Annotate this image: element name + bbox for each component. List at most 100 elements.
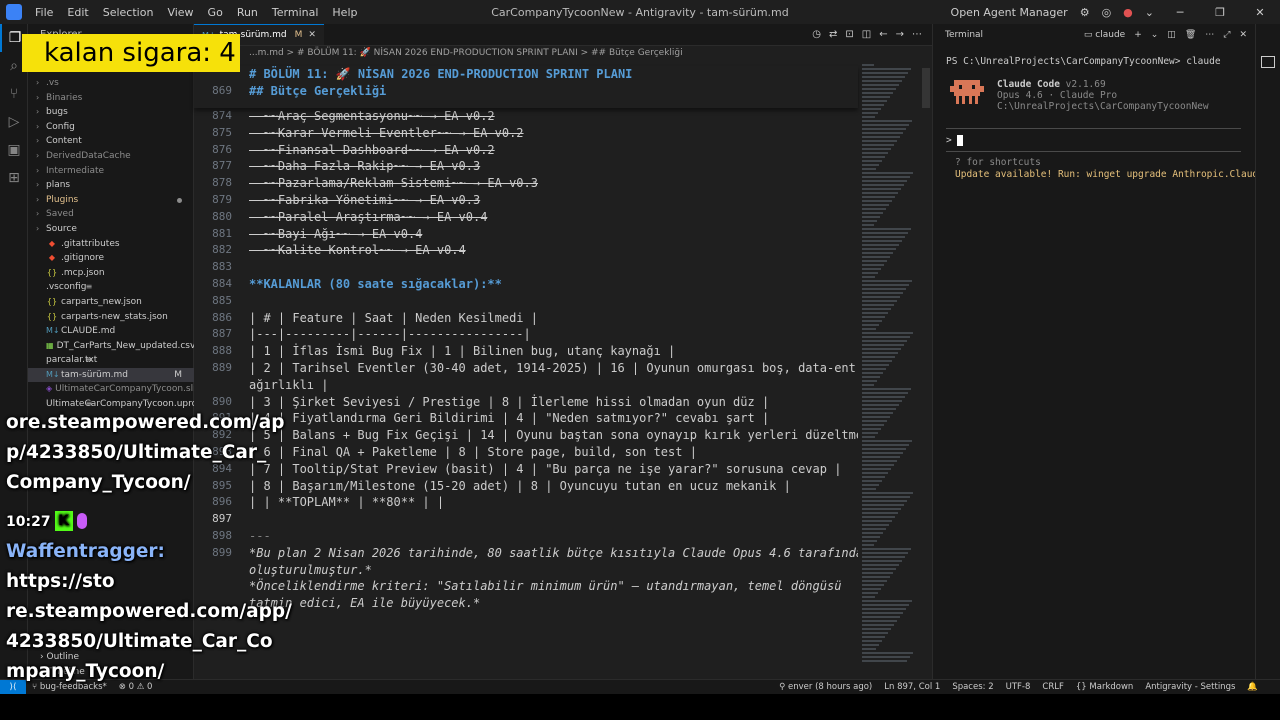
more-actions-icon[interactable]: ⋯ bbox=[1205, 30, 1214, 40]
kill-terminal-icon[interactable]: 🗑 bbox=[1185, 30, 1196, 40]
minimap-line bbox=[862, 212, 883, 214]
editor-scrollbar[interactable] bbox=[922, 60, 930, 672]
split-terminal-icon[interactable]: ◫ bbox=[1167, 30, 1176, 40]
tree-folder[interactable]: › Binaries bbox=[28, 91, 194, 106]
tree-file[interactable]: {} .mcp.json bbox=[28, 266, 194, 281]
settings-gear-icon[interactable]: ⚙ bbox=[1074, 6, 1096, 19]
compare-icon[interactable]: ⇄ bbox=[829, 29, 837, 40]
terminal-shell-selector[interactable]: ▭ claude bbox=[1084, 30, 1125, 40]
go-back-icon[interactable]: ← bbox=[879, 29, 887, 40]
tree-file[interactable]: M↓ CLAUDE.md bbox=[28, 324, 194, 339]
restore-button[interactable]: ❐ bbox=[1200, 6, 1240, 19]
line-number: 889 bbox=[212, 361, 232, 374]
close-window-button[interactable]: ✕ bbox=[1240, 6, 1280, 19]
split-editor-icon[interactable]: ◫ bbox=[862, 29, 871, 40]
extensions-icon[interactable]: ⊞ bbox=[0, 164, 28, 192]
json-file-icon: {} bbox=[46, 311, 58, 321]
tree-file[interactable]: ▦ DT_CarParts_New_updated.csv bbox=[28, 339, 195, 354]
settings-status[interactable]: Antigravity - Settings bbox=[1139, 682, 1241, 692]
tree-file[interactable]: ◆ .gitignore bbox=[28, 251, 194, 266]
chevron-right-icon: › bbox=[36, 209, 40, 219]
encoding[interactable]: UTF-8 bbox=[1000, 682, 1037, 692]
tree-folder[interactable]: › .vs bbox=[28, 76, 194, 91]
tree-folder[interactable]: › Intermediate bbox=[28, 164, 194, 179]
tree-file[interactable]: ◈ UltimateCarCompanyTycoon.sln bbox=[28, 382, 199, 397]
tree-folder[interactable]: › DerivedDataCache bbox=[28, 149, 194, 164]
menu-terminal[interactable]: Terminal bbox=[265, 6, 326, 19]
tree-item-label: plans bbox=[46, 180, 71, 191]
tree-folder[interactable]: › Config bbox=[28, 120, 194, 135]
cursor-position[interactable]: Ln 897, Col 1 bbox=[878, 682, 946, 692]
code-line-text: | 3 | Şirket Seviyesi / Prestige | 8 | İ… bbox=[249, 394, 770, 409]
minimap-line bbox=[862, 108, 881, 110]
chevron-down-icon[interactable]: ⌄ bbox=[1139, 6, 1160, 19]
go-forward-icon[interactable]: → bbox=[896, 29, 904, 40]
tree-item-label: .vsconfig bbox=[46, 282, 87, 293]
minimap-line bbox=[862, 568, 896, 570]
menu-edit[interactable]: Edit bbox=[60, 6, 95, 19]
update-notice: Update available! Run: winget upgrade An… bbox=[955, 169, 1280, 180]
minimize-button[interactable]: ─ bbox=[1160, 6, 1200, 19]
minimap-line bbox=[862, 432, 878, 434]
tree-folder[interactable]: › plans bbox=[28, 178, 194, 193]
server-label: enver (8 hours ago) bbox=[788, 682, 873, 692]
globe-icon[interactable]: ◎ bbox=[1096, 6, 1118, 19]
input-prompt-symbol: > bbox=[946, 135, 952, 146]
close-panel-icon[interactable]: ✕ bbox=[1239, 30, 1247, 40]
minimap[interactable] bbox=[858, 60, 920, 672]
open-agent-manager-button[interactable]: Open Agent Manager bbox=[945, 6, 1074, 19]
breadcrumb[interactable]: ...m.md > # BÖLÜM 11: 🚀 NİSAN 2026 END-P… bbox=[194, 46, 932, 60]
secondary-sidebar-strip bbox=[1255, 24, 1280, 679]
end-of-line[interactable]: CRLF bbox=[1036, 682, 1069, 692]
maximize-panel-icon[interactable]: ⤢ bbox=[1223, 30, 1230, 40]
tree-file[interactable]: {} carparts-new_stats.json bbox=[28, 310, 194, 325]
tree-file[interactable]: M↓ tam-sürüm.md M bbox=[28, 367, 194, 383]
indentation[interactable]: Spaces: 2 bbox=[946, 682, 999, 692]
more-actions-icon[interactable]: ⋯ bbox=[912, 29, 922, 40]
timeline-icon[interactable]: ◷ bbox=[812, 29, 821, 40]
minimap-line bbox=[862, 348, 901, 350]
tree-folder[interactable]: › Source bbox=[28, 222, 194, 237]
run-debug-icon[interactable]: ▷ bbox=[0, 108, 28, 136]
tree-folder[interactable]: › bugs bbox=[28, 105, 194, 120]
title-bar: File Edit Selection View Go Run Terminal… bbox=[0, 0, 1280, 24]
tree-file[interactable]: ≡ parcalar.txt bbox=[28, 353, 194, 368]
claude-input[interactable]: > bbox=[946, 135, 964, 146]
terminal-view-icon[interactable] bbox=[1261, 56, 1275, 68]
scrollbar-thumb[interactable] bbox=[922, 68, 930, 108]
code-editor[interactable]: 874 - ~~Araç Segmentasyonu~~ → EA v0.2 875… bbox=[194, 66, 858, 676]
tree-folder[interactable]: › Saved bbox=[28, 207, 194, 222]
menu-help[interactable]: Help bbox=[325, 6, 364, 19]
source-control-icon[interactable]: ⑂ bbox=[0, 80, 28, 108]
line-number: 888 bbox=[212, 344, 232, 358]
open-preview-icon[interactable]: ⊡ bbox=[845, 29, 853, 40]
tree-file[interactable]: {} carparts_new.json bbox=[28, 295, 194, 310]
menu-run[interactable]: Run bbox=[230, 6, 265, 19]
remote-explorer-icon[interactable]: ▣ bbox=[0, 136, 28, 164]
new-terminal-icon[interactable]: + bbox=[1134, 30, 1142, 40]
code-line-text: - ~~Paralel Araştırma~~ → EA v0.4 bbox=[249, 209, 488, 224]
notifications-bell-icon[interactable]: 🔔 bbox=[1241, 682, 1264, 692]
menu-selection[interactable]: Selection bbox=[96, 6, 161, 19]
language-mode[interactable]: {} Markdown bbox=[1070, 682, 1139, 692]
chevron-down-icon[interactable]: ⌄ bbox=[1151, 30, 1159, 40]
tree-file[interactable]: ≡ .vsconfig bbox=[28, 280, 194, 295]
tree-folder[interactable]: › Content bbox=[28, 134, 194, 149]
menu-view[interactable]: View bbox=[160, 6, 200, 19]
record-icon[interactable]: ● bbox=[1117, 6, 1139, 19]
minimap-line bbox=[862, 420, 887, 422]
menu-go[interactable]: Go bbox=[201, 6, 230, 19]
tree-folder[interactable]: › Plugins bbox=[28, 193, 194, 208]
tree-file[interactable]: ◆ .gitattributes bbox=[28, 237, 194, 252]
sticky-scroll-header[interactable]: # BÖLÜM 11: 🚀 NİSAN 2026 END-PRODUCTION … bbox=[194, 66, 858, 108]
minimap-line bbox=[862, 396, 905, 398]
minimap-line bbox=[862, 352, 898, 354]
minimap-line bbox=[862, 192, 898, 194]
menu-file[interactable]: File bbox=[28, 6, 60, 19]
minimap-line bbox=[862, 496, 910, 498]
server-status[interactable]: ⚲ enver (8 hours ago) bbox=[773, 682, 878, 692]
editor-area: M↓ tam-sürüm.md M ✕ ◷ ⇄ ⊡ ◫ ← → ⋯ ...m.m… bbox=[194, 24, 932, 679]
close-tab-icon[interactable]: ✕ bbox=[308, 30, 316, 40]
minimap-line bbox=[862, 260, 887, 262]
tree-item-label: carparts-new_stats.json bbox=[61, 311, 168, 322]
